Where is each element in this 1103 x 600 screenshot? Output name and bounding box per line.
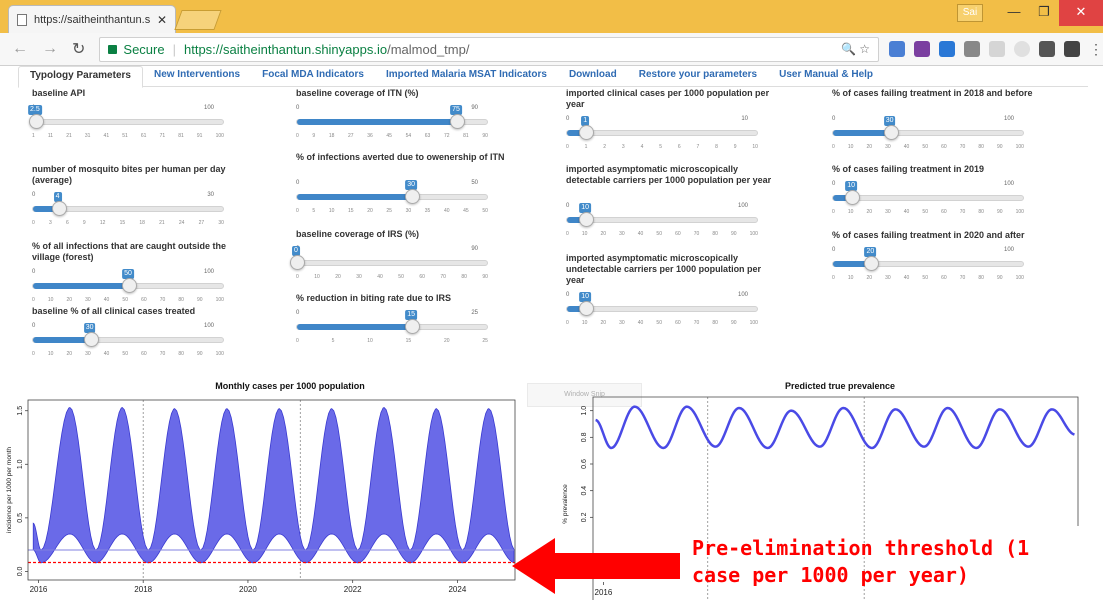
red-arrow-icon [512, 538, 680, 594]
annotation-text: Pre-elimination threshold (1 case per 10… [692, 536, 1030, 587]
screen: https://saitheinthantun.s ✕ Sai — ❐ ✕ ← … [0, 0, 1103, 600]
annotation-overlay [512, 538, 680, 594]
